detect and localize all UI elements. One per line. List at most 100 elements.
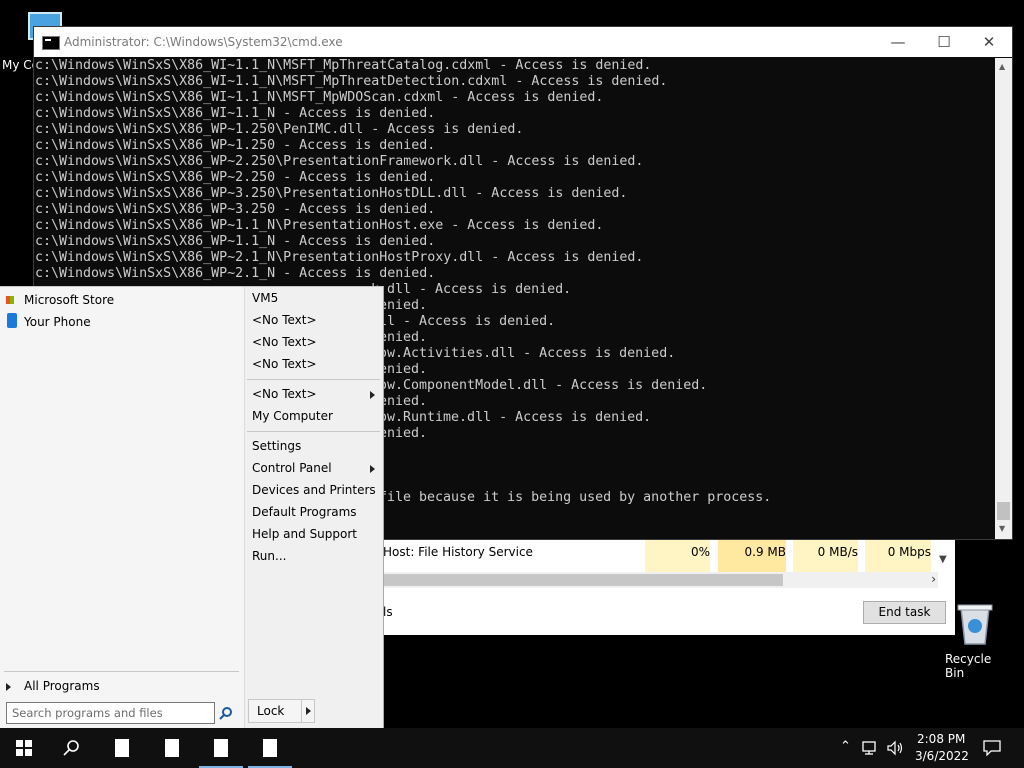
close-button[interactable]: ✕	[966, 27, 1012, 57]
horizontal-scrollbar[interactable]: ›	[383, 572, 938, 588]
windows-logo-icon	[16, 740, 32, 756]
start-menu: Microsoft Store Your Phone All Programs …	[0, 286, 384, 729]
scroll-down-icon[interactable]: ▼	[999, 524, 1005, 533]
console-line: c:\Windows\WinSxS\X86_WP~2.250 - Access …	[35, 170, 436, 185]
start-right-item-control-panel[interactable]: Control Panel	[252, 461, 332, 475]
start-right-item-submenu[interactable]: <No Text>	[252, 387, 317, 401]
taskbar-app-button-active[interactable]	[197, 728, 245, 768]
console-line: c:\Windows\WinSxS\X86_WI~1.1_N - Access …	[35, 106, 436, 121]
search-button[interactable]	[48, 728, 96, 768]
console-line: ow.Runtime.dll - Access is denied.	[379, 410, 652, 425]
task-manager-window: Host: File History Service 0% 0.9 MB 0 M…	[383, 538, 955, 635]
console-line: c:\Windows\WinSxS\X86_WP~3.250\Presentat…	[35, 186, 628, 201]
fewer-details-link[interactable]: ls	[383, 605, 393, 619]
start-right-item[interactable]: <No Text>	[252, 313, 317, 327]
start-right-item[interactable]: <No Text>	[252, 357, 317, 371]
divider	[4, 671, 239, 672]
start-right-item-help-and-support[interactable]: Help and Support	[252, 527, 357, 541]
console-line: enied.	[379, 426, 428, 441]
console-line: c:\Windows\WinSxS\X86_WI~1.1_N\MSFT_MpTh…	[35, 74, 668, 89]
console-line: c:\Windows\WinSxS\X86_WI~1.1_N\MSFT_MpTh…	[35, 58, 652, 73]
phone-icon	[7, 313, 17, 328]
start-right-item-run[interactable]: Run...	[252, 549, 286, 563]
console-line: enied.	[379, 298, 428, 313]
clock-date[interactable]: 3/6/2022	[915, 749, 969, 763]
scroll-thumb[interactable]	[997, 502, 1010, 520]
memory-value: 0.9 MB	[718, 538, 786, 572]
taskbar-app-button[interactable]	[98, 728, 146, 768]
search-programs-input[interactable]: Search programs and files	[6, 702, 215, 724]
clock-time[interactable]: 2:08 PM	[917, 732, 965, 746]
process-row[interactable]: Host: File History Service 0% 0.9 MB 0 M…	[383, 538, 943, 572]
console-line: c:\Windows\WinSxS\X86_WP~1.1_N\Presentat…	[35, 218, 604, 233]
taskbar: ⌃ 2:08 PM 3/6/2022	[0, 728, 1024, 768]
start-button[interactable]	[0, 728, 48, 768]
console-line: enied.	[379, 362, 428, 377]
start-right-item-default-programs[interactable]: Default Programs	[252, 505, 357, 519]
end-task-button[interactable]: End task	[863, 601, 946, 624]
document-icon	[165, 739, 179, 757]
console-line: c:\Windows\WinSxS\X86_WP~2.1_N - Access …	[35, 266, 436, 281]
submenu-arrow-icon	[370, 465, 375, 473]
start-menu-places-pane: VM5 <No Text> <No Text> <No Text> <No Te…	[245, 287, 383, 729]
start-right-item-devices-and-printers[interactable]: Devices and Printers	[252, 483, 376, 497]
cmd-window-title: Administrator: C:\Windows\System32\cmd.e…	[64, 35, 343, 49]
console-line: ll - Access is denied.	[379, 314, 556, 329]
taskbar-app-button-active[interactable]	[246, 728, 294, 768]
start-item-microsoft-store[interactable]: Microsoft Store	[4, 291, 240, 311]
console-line: c:\Windows\WinSxS\X86_WI~1.1_N\MSFT_MpWD…	[35, 90, 604, 105]
start-item-label: Microsoft Store	[24, 293, 115, 307]
maximize-button[interactable]: ☐	[921, 27, 967, 57]
scroll-up-icon[interactable]: ▲	[999, 62, 1005, 71]
network-icon[interactable]	[862, 740, 880, 756]
vertical-scroll-down-button[interactable]: ▼	[939, 554, 953, 570]
shutdown-options-button[interactable]	[301, 699, 315, 723]
console-line: c:\Windows\WinSxS\X86_WP~2.1_N\Presentat…	[35, 250, 644, 265]
console-line: c:\Windows\WinSxS\X86_WP~1.1_N - Access …	[35, 234, 436, 249]
scroll-right-icon[interactable]: ›	[931, 572, 936, 586]
horizontal-scroll-thumb[interactable]	[383, 574, 783, 586]
start-right-item[interactable]: <No Text>	[252, 335, 317, 349]
all-programs-button[interactable]: All Programs	[4, 677, 240, 697]
recycle-bin-label: Recycle Bin	[945, 652, 992, 680]
console-line: c:\Windows\WinSxS\X86_WP~3.250 - Access …	[35, 202, 436, 217]
document-icon	[115, 739, 129, 757]
cpu-value: 0%	[645, 538, 710, 572]
action-center-icon[interactable]	[983, 740, 1001, 756]
network-value: 0 Mbps	[865, 538, 931, 572]
console-line: k.dll - Access is denied.	[371, 282, 572, 297]
search-input-placeholder: Search programs and files	[12, 706, 163, 720]
start-item-your-phone[interactable]: Your Phone	[4, 313, 240, 333]
volume-icon[interactable]	[886, 740, 904, 756]
minimize-button[interactable]: —	[875, 27, 921, 57]
console-line: enied.	[379, 394, 428, 409]
disk-value: 0 MB/s	[793, 538, 858, 572]
console-line: enied.	[379, 330, 428, 345]
taskbar-app-button[interactable]	[148, 728, 196, 768]
start-menu-programs-pane: Microsoft Store Your Phone All Programs …	[0, 287, 245, 729]
search-icon[interactable]	[219, 706, 233, 720]
start-right-item-vm5[interactable]: VM5	[252, 291, 278, 305]
console-scrollbar[interactable]: ▲ ▼	[995, 58, 1012, 539]
console-line: c:\Windows\WinSxS\X86_WP~1.250 - Access …	[35, 138, 436, 153]
start-right-item-my-computer[interactable]: My Computer	[252, 409, 333, 423]
process-name: Host: File History Service	[383, 545, 533, 559]
document-icon	[263, 739, 277, 757]
start-right-item-settings[interactable]: Settings	[252, 439, 301, 453]
lock-button[interactable]: Lock	[248, 699, 303, 723]
divider	[247, 431, 380, 432]
start-item-label: Your Phone	[24, 315, 91, 329]
store-icon	[6, 296, 14, 304]
cmd-app-icon	[42, 36, 60, 50]
console-line: ow.Activities.dll - Access is denied.	[379, 346, 676, 361]
console-line: ow.ComponentModel.dll - Access is denied…	[379, 378, 708, 393]
divider	[247, 379, 380, 380]
recycle-bin-icon	[957, 604, 993, 645]
all-programs-label: All Programs	[24, 679, 100, 693]
expand-arrow-icon	[6, 683, 11, 691]
chevron-right-icon	[306, 707, 311, 715]
search-icon	[63, 740, 79, 756]
console-line: c:\Windows\WinSxS\X86_WP~2.250\Presentat…	[35, 154, 644, 169]
show-hidden-icons-chevron-icon[interactable]: ⌃	[840, 739, 851, 754]
cmd-titlebar[interactable]: Administrator: C:\Windows\System32\cmd.e…	[34, 27, 1012, 57]
